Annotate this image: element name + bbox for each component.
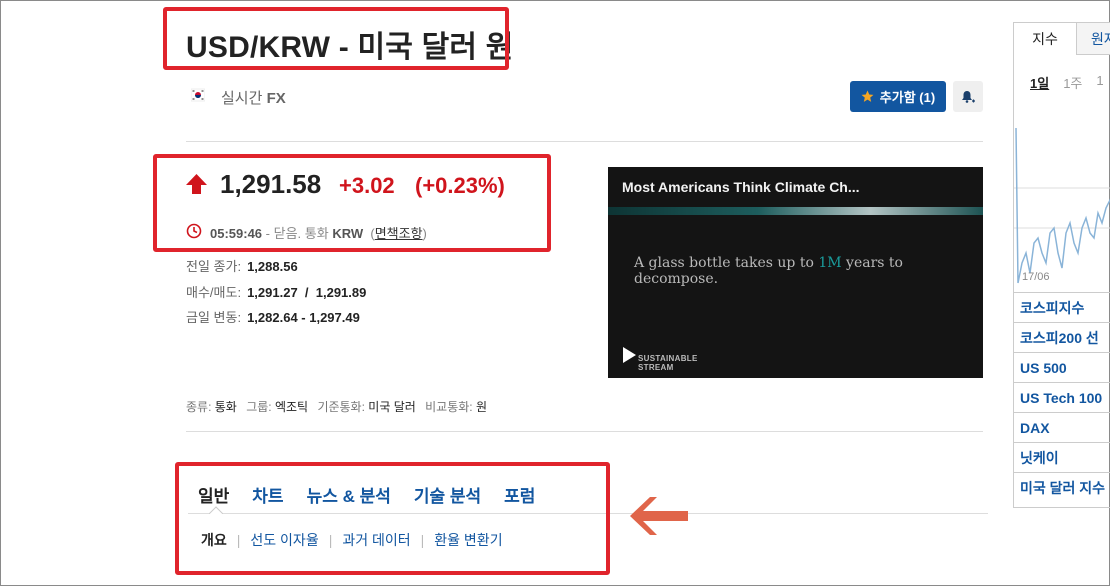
video-caption: A glass bottle takes up to 1M years to d… xyxy=(634,255,983,287)
mini-chart xyxy=(1014,127,1110,284)
range-more[interactable]: 1 xyxy=(1096,73,1103,92)
stat-label: 매수/매도: xyxy=(186,285,242,300)
chart-date-label: 17/06 xyxy=(1022,271,1050,283)
meta-value: 원 xyxy=(475,400,488,414)
indices-panel: 지수 원자 1일 1주 1 17/06 코스피지수 코스피200 선 US 50… xyxy=(1013,22,1110,508)
caption-text: A glass bottle takes up to xyxy=(634,255,819,271)
index-item-kospi200[interactable]: 코스피200 선 xyxy=(1014,322,1110,352)
meta-label: 그룹: xyxy=(246,400,272,414)
korea-flag-icon xyxy=(191,88,205,102)
follow-button[interactable]: 추가함 (1) xyxy=(850,81,946,112)
realtime-label: 실시간 FX xyxy=(221,87,286,108)
stat-label: 전일 종가: xyxy=(186,259,242,274)
index-item-nikkei[interactable]: 닛케이 xyxy=(1014,442,1110,472)
title-highlight-box xyxy=(163,7,509,70)
brand-line: SUSTAINABLE xyxy=(638,354,698,363)
alert-button[interactable] xyxy=(953,81,983,112)
video-brand: SUSTAINABLE STREAM xyxy=(638,354,698,372)
tab-indices[interactable]: 지수 xyxy=(1014,23,1077,55)
index-item-dollar-index[interactable]: 미국 달러 지수 xyxy=(1014,472,1110,502)
follow-button-label: 추가함 (1) xyxy=(879,90,936,105)
range-1w[interactable]: 1주 xyxy=(1063,73,1082,92)
caption-highlight: 1M xyxy=(818,255,842,271)
index-item-ustech100[interactable]: US Tech 100 xyxy=(1014,382,1110,412)
video-player[interactable]: Most Americans Think Climate Ch... A gla… xyxy=(608,167,983,378)
range-1d[interactable]: 1일 xyxy=(1030,73,1049,92)
star-icon xyxy=(861,90,874,102)
meta-label: 비교통화: xyxy=(425,400,473,414)
play-icon[interactable] xyxy=(622,347,636,363)
stat-day-range: 금일 변동: 1,282.64 - 1,297.49 xyxy=(186,307,360,326)
index-item-us500[interactable]: US 500 xyxy=(1014,352,1110,382)
meta-label: 기준통화: xyxy=(317,400,365,414)
brand-line: STREAM xyxy=(638,363,674,372)
price-highlight-box xyxy=(153,154,551,252)
indices-list: 코스피지수 코스피200 선 US 500 US Tech 100 DAX 닛케… xyxy=(1014,292,1110,502)
instrument-meta: 종류: 통화 그룹: 엑조틱 기준통화: 미국 달러 비교통화: 원 xyxy=(186,398,493,415)
stat-value: 1,282.64 - 1,297.49 xyxy=(247,310,360,325)
meta-value: 엑조틱 xyxy=(274,400,309,414)
divider xyxy=(186,431,983,432)
bell-plus-icon xyxy=(962,90,975,103)
realtime-text: 실시간 xyxy=(221,90,263,107)
meta-value: 미국 달러 xyxy=(368,400,416,414)
chart-series-line xyxy=(1015,127,1110,284)
stat-bid-ask: 매수/매도: 1,291.27 / 1,291.89 xyxy=(186,282,366,301)
meta-label: 종류: xyxy=(186,400,212,414)
tabs-highlight-box xyxy=(175,462,610,575)
stat-prev-close: 전일 종가: 1,288.56 xyxy=(186,256,298,275)
tab-commodities[interactable]: 원자 xyxy=(1077,23,1110,55)
index-item-kospi[interactable]: 코스피지수 xyxy=(1014,292,1110,322)
stat-value: 1,288.56 xyxy=(247,259,298,274)
arrow-left-icon xyxy=(630,497,688,535)
range-selector: 1일 1주 1 xyxy=(1030,73,1104,92)
stat-label: 금일 변동: xyxy=(186,310,242,325)
realtime-suffix: FX xyxy=(266,90,286,107)
meta-value: 통화 xyxy=(214,400,237,414)
stat-value: 1,291.27 / 1,291.89 xyxy=(247,285,367,300)
divider xyxy=(186,141,983,142)
video-decor-bar xyxy=(608,207,983,215)
video-title: Most Americans Think Climate Ch... xyxy=(622,179,860,195)
index-item-dax[interactable]: DAX xyxy=(1014,412,1110,442)
